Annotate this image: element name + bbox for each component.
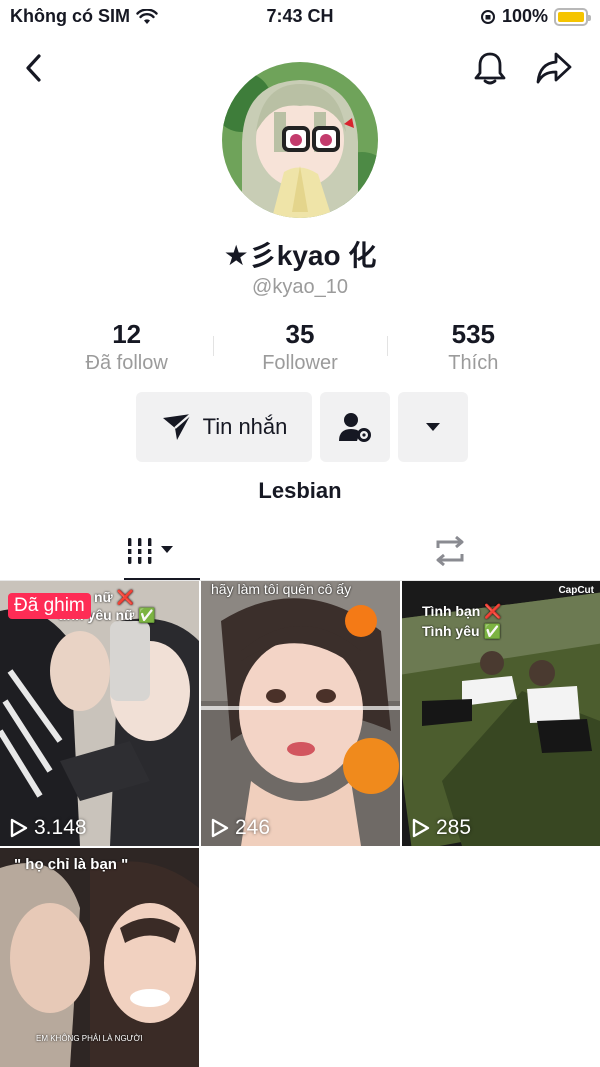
avatar-image [222, 62, 378, 218]
send-icon [162, 413, 192, 440]
battery-percent: 100% [501, 6, 548, 26]
battery-icon [554, 7, 591, 26]
more-options-button[interactable] [398, 392, 468, 462]
chevron-left-icon [26, 54, 41, 82]
tab-reposts[interactable] [300, 522, 600, 580]
stat-followers-label: Follower [262, 352, 338, 374]
video-caption-line: Tình bạn ❌ [422, 603, 502, 619]
video-caption-line: " họ chỉ là bạn " [14, 856, 129, 873]
notifications-button[interactable] [470, 48, 510, 88]
view-count: 285 [412, 816, 471, 840]
profile-actions: Tin nhắn [136, 392, 468, 462]
video-thumbnail[interactable]: " họ chỉ là bạn " EM KHÔNG PHẢI LÀ NGƯỜI [0, 848, 199, 1067]
pinned-badge: Đã ghim [8, 593, 91, 619]
person-gear-icon [339, 413, 371, 442]
video-thumbnail[interactable]: nữ ❌ tình yêu nữ ✅ Đã ghim 3.148 [0, 581, 199, 846]
stat-likes[interactable]: 535 Thích [386, 318, 560, 375]
video-caption-line: hãy làm tôi quên cô ấy [211, 581, 352, 597]
friend-settings-button[interactable] [320, 392, 390, 462]
profile-bio: Lesbian [258, 478, 342, 503]
bell-icon [474, 52, 506, 85]
stat-following[interactable]: 12 Đã follow [40, 318, 213, 375]
back-button[interactable] [14, 48, 54, 88]
video-caption-line: Tình yêu ✅ [422, 623, 501, 639]
avatar[interactable] [222, 62, 378, 218]
play-icon [412, 818, 430, 838]
video-thumbnail-image [402, 581, 600, 846]
tab-videos[interactable] [0, 522, 300, 580]
status-bar: Không có SIM 7:43 CH 100% [0, 0, 600, 34]
video-thumbnail-image [201, 581, 400, 846]
share-arrow-icon [536, 52, 572, 84]
stat-following-count: 12 [112, 319, 142, 349]
view-count: 3.148 [10, 816, 87, 840]
caret-down-icon [426, 423, 440, 431]
orientation-lock-icon [480, 9, 495, 24]
battery-level [558, 11, 584, 22]
grid-icon [125, 538, 173, 564]
view-count-value: 285 [436, 816, 472, 839]
stat-followers[interactable]: 35 Follower [213, 318, 386, 375]
display-name: ★彡kyao 化 [223, 240, 377, 271]
view-count: 246 [211, 816, 270, 840]
stat-followers-count: 35 [285, 319, 315, 349]
play-icon [10, 818, 28, 838]
view-count-value: 3.148 [34, 816, 87, 839]
battery-status: 100% [480, 6, 591, 27]
video-thumbnail[interactable]: CapCut Tình bạn ❌ Tình yêu ✅ 285 [402, 581, 600, 846]
video-thumbnail[interactable]: hãy làm tôi quên cô ấy 246 [201, 581, 400, 846]
share-button[interactable] [534, 48, 574, 88]
repost-icon [436, 535, 464, 567]
content-tabs [0, 522, 600, 580]
capcut-watermark: CapCut [558, 585, 594, 596]
stat-likes-label: Thích [448, 352, 499, 374]
message-button[interactable]: Tin nhắn [136, 392, 312, 462]
view-count-value: 246 [235, 816, 271, 839]
message-button-label: Tin nhắn [202, 414, 288, 439]
play-icon [211, 818, 229, 838]
stat-following-label: Đã follow [85, 352, 168, 374]
stat-likes-count: 535 [451, 319, 496, 349]
username: @kyao_10 [252, 276, 348, 298]
profile-stats: 12 Đã follow 35 Follower 535 Thích [40, 318, 560, 375]
video-caption-line: nữ ❌ [94, 589, 135, 605]
video-caption-line: EM KHÔNG PHẢI LÀ NGƯỜI [36, 1034, 143, 1043]
